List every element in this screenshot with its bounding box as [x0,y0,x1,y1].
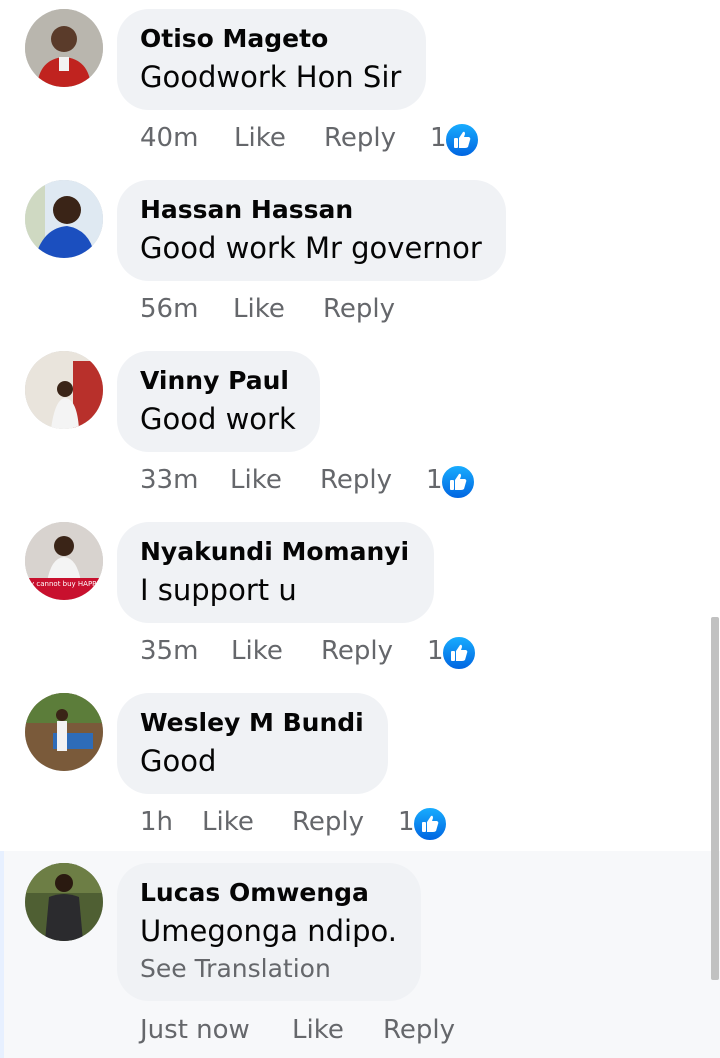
like-button[interactable]: Like [233,289,285,329]
new-comment-indicator [0,851,4,1058]
comment-actions: 1h Like Reply 1 [140,802,460,842]
comment-item: Otiso Mageto Goodwork Hon Sir 40m Like R… [0,0,720,171]
comment-actions: 35m Like Reply 1 [140,631,500,671]
comment-author[interactable]: Otiso Mageto [140,21,402,57]
comment-text: Goodwork Hon Sir [140,60,402,94]
comment-bubble[interactable]: Nyakundi Momanyi I support u [117,522,434,623]
avatar-caption: Money cannot buy HAPPINESS [25,580,103,588]
comment-item: Wesley M Bundi Good 1h Like Reply 1 [0,684,720,851]
comment-author[interactable]: Hassan Hassan [140,192,482,228]
avatar[interactable]: Money cannot buy HAPPINESS [25,522,103,600]
comment-time[interactable]: Just now [140,1010,250,1050]
comment-text: Good work [140,402,296,436]
comment-time[interactable]: 35m [140,631,198,671]
comment-time[interactable]: 1h [140,802,173,842]
comment-author[interactable]: Nyakundi Momanyi [140,534,410,570]
comment-actions: 40m Like Reply 1 [140,118,500,158]
reply-button[interactable]: Reply [383,1010,455,1050]
avatar[interactable] [25,863,103,941]
comment-item: Money cannot buy HAPPINESS Nyakundi Moma… [0,513,720,684]
comment-text: Umegonga ndipo. [140,914,397,948]
comment-item: Vinny Paul Good work 33m Like Reply 1 [0,342,720,513]
comment-time[interactable]: 40m [140,118,198,158]
comment-actions: 56m Like Reply [140,289,440,329]
avatar[interactable] [25,693,103,771]
like-button[interactable]: Like [292,1010,344,1050]
comment-author[interactable]: Lucas Omwenga [140,875,397,911]
comment-time[interactable]: 56m [140,289,198,329]
comment-bubble[interactable]: Otiso Mageto Goodwork Hon Sir [117,9,426,110]
comment-bubble[interactable]: Vinny Paul Good work [117,351,320,452]
comment-bubble[interactable]: Hassan Hassan Good work Mr governor [117,180,506,281]
comment-bubble[interactable]: Wesley M Bundi Good [117,693,388,794]
like-thumb-icon [412,806,448,842]
like-button[interactable]: Like [202,802,254,842]
comment-text: I support u [140,573,297,607]
comment-author[interactable]: Wesley M Bundi [140,705,364,741]
comment-text: Good work Mr governor [140,231,482,265]
comment-actions: Just now Like Reply [140,1010,480,1050]
comment-author[interactable]: Vinny Paul [140,363,296,399]
reply-button[interactable]: Reply [320,460,392,500]
reply-button[interactable]: Reply [324,118,396,158]
comment-actions: 33m Like Reply 1 [140,460,500,500]
like-thumb-icon [444,122,480,158]
avatar[interactable] [25,9,103,87]
like-thumb-icon [440,464,476,500]
reply-button[interactable]: Reply [323,289,395,329]
comment-item-new: Lucas Omwenga Umegonga ndipo. See Transl… [0,851,720,1058]
comment-time[interactable]: 33m [140,460,198,500]
scrollbar[interactable] [711,617,719,980]
avatar[interactable] [25,180,103,258]
reaction-summary[interactable]: 1 [427,631,479,671]
reaction-summary[interactable]: 1 [426,460,478,500]
like-button[interactable]: Like [230,460,282,500]
comment-feed: Otiso Mageto Goodwork Hon Sir 40m Like R… [0,0,720,1058]
reaction-summary[interactable]: 1 [430,118,482,158]
reaction-summary[interactable]: 1 [398,802,450,842]
comment-item: Hassan Hassan Good work Mr governor 56m … [0,171,720,342]
see-translation-link[interactable]: See Translation [140,951,397,987]
like-button[interactable]: Like [231,631,283,671]
reply-button[interactable]: Reply [292,802,364,842]
reply-button[interactable]: Reply [321,631,393,671]
comment-bubble[interactable]: Lucas Omwenga Umegonga ndipo. See Transl… [117,863,421,1001]
like-thumb-icon [441,635,477,671]
avatar[interactable] [25,351,103,429]
like-button[interactable]: Like [234,118,286,158]
comment-text: Good [140,744,217,778]
